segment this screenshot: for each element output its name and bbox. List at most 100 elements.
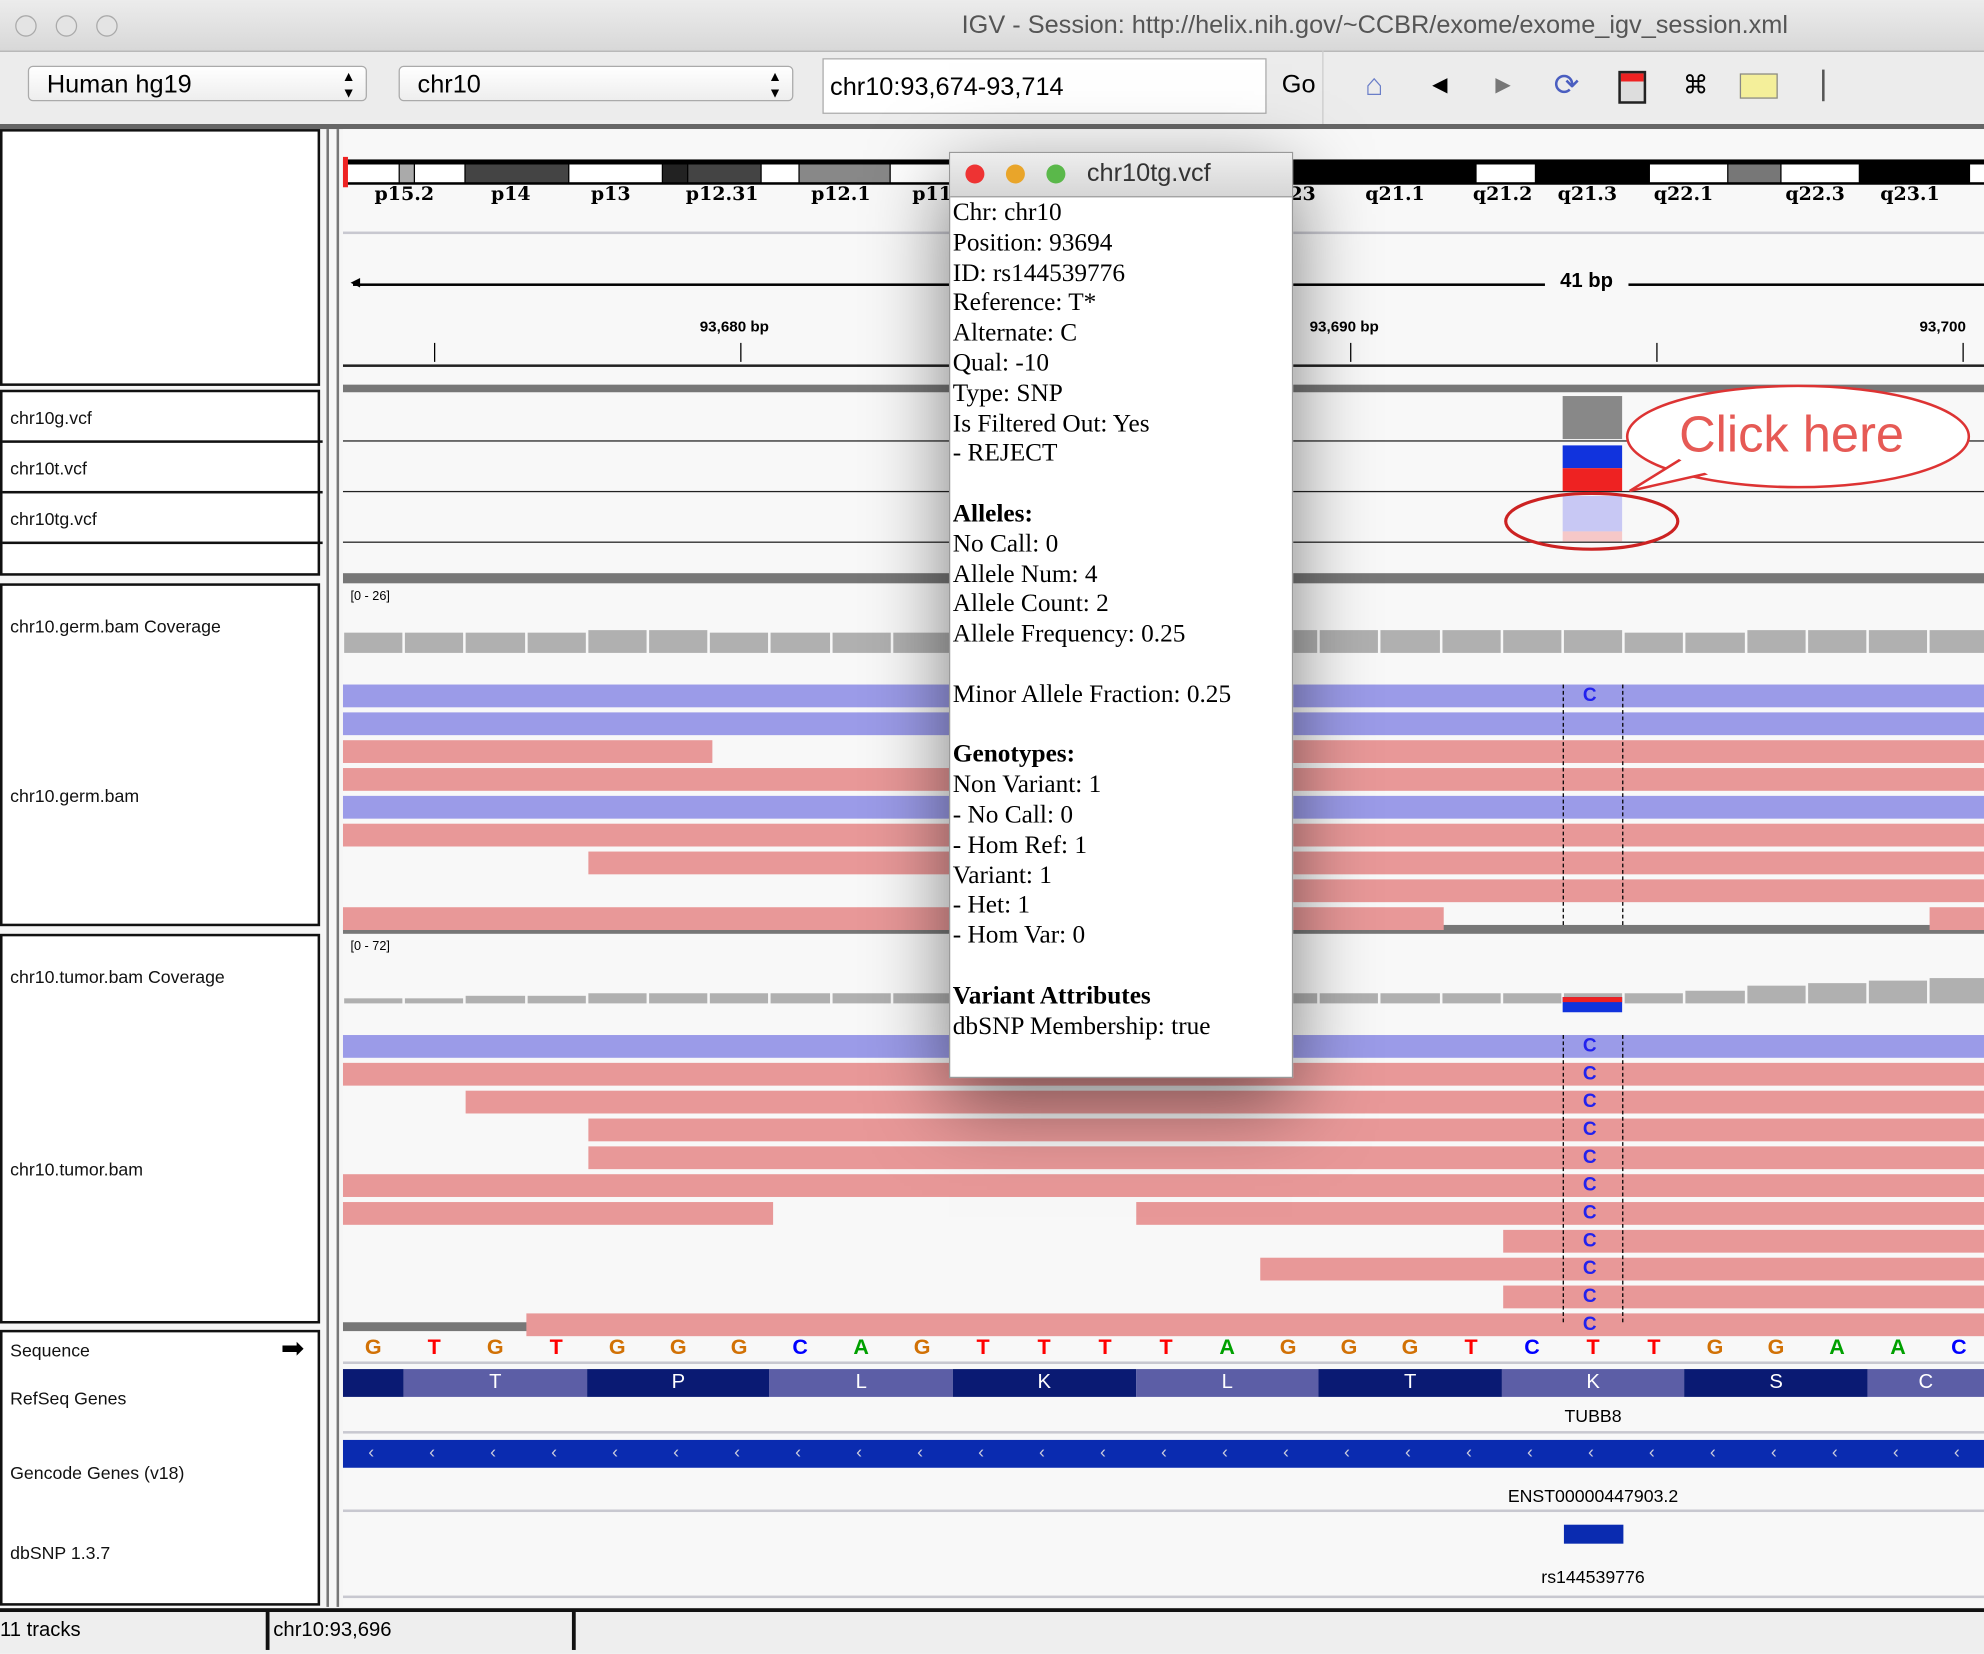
ideogram-band: [415, 164, 465, 183]
fit-icon[interactable]: ⌘: [1673, 66, 1719, 106]
coverage-bar[interactable]: [771, 993, 830, 1004]
track-name-chr10t[interactable]: chr10t.vcf: [10, 458, 87, 478]
amino-acid[interactable]: P: [586, 1369, 770, 1397]
coverage-bar[interactable]: [1746, 630, 1806, 653]
coverage-bar[interactable]: [1319, 630, 1379, 653]
dbsnp-feature[interactable]: [1563, 1524, 1624, 1544]
read[interactable]: [1503, 1285, 1984, 1309]
amino-acid[interactable]: K: [1501, 1369, 1685, 1397]
coverage-bar[interactable]: [710, 993, 769, 1004]
coverage-bar[interactable]: [405, 998, 464, 1004]
popup-zoom-button[interactable]: [1046, 164, 1066, 184]
close-window-button[interactable]: [15, 15, 37, 37]
read[interactable]: [526, 1313, 1984, 1337]
read[interactable]: [342, 1202, 774, 1225]
refresh-icon[interactable]: ⟳: [1544, 66, 1590, 106]
coverage-bar[interactable]: [1868, 980, 1928, 1004]
coverage-bar[interactable]: [1380, 993, 1440, 1004]
transcript-label[interactable]: ENST00000447903.2: [1466, 1485, 1719, 1505]
amino-acid[interactable]: K: [952, 1369, 1136, 1397]
coverage-bar[interactable]: [1624, 632, 1684, 653]
coverage-bar[interactable]: [893, 993, 952, 1004]
read[interactable]: [1291, 879, 1984, 903]
locus-input[interactable]: chr10:93,674-93,714: [822, 58, 1267, 114]
popup-close-button[interactable]: [965, 164, 985, 184]
coverage-bar[interactable]: [1807, 630, 1867, 653]
coverage-bar[interactable]: [344, 998, 403, 1004]
go-button[interactable]: Go: [1282, 71, 1316, 100]
coverage-bar[interactable]: [1685, 990, 1745, 1004]
read[interactable]: [588, 1118, 1984, 1142]
genome-select[interactable]: Human hg19 ▲ ▼: [27, 65, 367, 102]
coverage-bar[interactable]: [1380, 630, 1440, 653]
minimize-window-button[interactable]: [55, 15, 78, 37]
track-name-sequence[interactable]: Sequence: [10, 1340, 90, 1360]
popup-info-icon[interactable]: [1736, 66, 1782, 106]
track-name-dbsnp[interactable]: dbSNP 1.3.7: [10, 1542, 110, 1562]
back-icon[interactable]: ◀: [1417, 66, 1463, 106]
coverage-bar[interactable]: [405, 632, 464, 653]
coverage-bar[interactable]: [832, 632, 891, 653]
coverage-bar[interactable]: [1502, 993, 1562, 1004]
zoom-window-button[interactable]: [96, 15, 118, 37]
read[interactable]: [1136, 1202, 1984, 1225]
read[interactable]: [465, 1090, 1984, 1114]
coverage-bar[interactable]: [527, 995, 586, 1004]
coverage-bar[interactable]: [771, 632, 830, 653]
track-name-tumor-bam[interactable]: chr10.tumor.bam: [10, 1159, 143, 1179]
coverage-bar[interactable]: [527, 632, 586, 653]
read[interactable]: [1291, 740, 1984, 763]
coverage-bar[interactable]: [649, 630, 708, 653]
amino-acid[interactable]: T: [403, 1369, 587, 1397]
read[interactable]: [588, 1146, 1984, 1170]
chromosome-select[interactable]: chr10 ▲ ▼: [398, 65, 794, 102]
track-name-chr10g[interactable]: chr10g.vcf: [10, 407, 92, 427]
coverage-bar[interactable]: [1807, 983, 1867, 1004]
coverage-bar[interactable]: [1563, 630, 1623, 653]
track-name-chr10tg[interactable]: chr10tg.vcf: [10, 509, 97, 529]
coverage-bar[interactable]: [1929, 630, 1984, 653]
read[interactable]: [342, 1174, 1984, 1197]
read[interactable]: [1503, 1229, 1984, 1253]
track-name-germ-coverage[interactable]: chr10.germ.bam Coverage: [10, 616, 221, 636]
popup-minimize-button[interactable]: [1005, 164, 1025, 184]
mismatch-base: C: [1582, 1174, 1597, 1196]
splitter[interactable]: [326, 129, 329, 1607]
amino-acid[interactable]: [342, 1369, 404, 1397]
coverage-bar[interactable]: [466, 632, 525, 653]
amino-acid[interactable]: L: [769, 1369, 953, 1397]
gene-label-refseq[interactable]: TUBB8: [1530, 1406, 1657, 1426]
forward-icon[interactable]: ▶: [1480, 66, 1526, 106]
roi-icon[interactable]: [1609, 66, 1655, 106]
read[interactable]: [342, 740, 713, 763]
coverage-bar[interactable]: [832, 993, 891, 1004]
coverage-bar[interactable]: [1746, 985, 1806, 1004]
coverage-bar[interactable]: [649, 993, 708, 1004]
coverage-bar[interactable]: [1319, 993, 1379, 1004]
coverage-bar[interactable]: [466, 995, 525, 1004]
amino-acid[interactable]: S: [1684, 1369, 1868, 1397]
amino-acid[interactable]: T: [1318, 1369, 1502, 1397]
track-name-tumor-coverage[interactable]: chr10.tumor.bam Coverage: [10, 967, 225, 987]
coverage-bar[interactable]: [1929, 978, 1984, 1004]
coverage-bar[interactable]: [1685, 632, 1745, 653]
coverage-bar[interactable]: [1441, 993, 1501, 1004]
coverage-bar[interactable]: [588, 630, 647, 653]
coverage-bar[interactable]: [1868, 630, 1928, 653]
track-name-germ-bam[interactable]: chr10.germ.bam: [10, 786, 139, 806]
home-icon[interactable]: ⌂: [1351, 66, 1397, 106]
coverage-bar[interactable]: [1441, 630, 1501, 653]
coverage-bar[interactable]: [1502, 630, 1562, 653]
dbsnp-label[interactable]: rs144539776: [1466, 1566, 1719, 1586]
coverage-bar[interactable]: [893, 632, 952, 653]
amino-acid[interactable]: C: [1867, 1369, 1984, 1397]
coverage-bar[interactable]: [588, 993, 647, 1004]
coverage-bar[interactable]: [344, 632, 403, 653]
amino-acid[interactable]: L: [1135, 1369, 1319, 1397]
coverage-bar[interactable]: [1624, 993, 1684, 1004]
track-name-refseq[interactable]: RefSeq Genes: [10, 1388, 126, 1408]
strand-arrow-icon[interactable]: ➡: [281, 1332, 304, 1365]
read[interactable]: [1929, 907, 1984, 931]
coverage-bar[interactable]: [710, 632, 769, 653]
track-name-gencode[interactable]: Gencode Genes (v18): [10, 1463, 184, 1483]
